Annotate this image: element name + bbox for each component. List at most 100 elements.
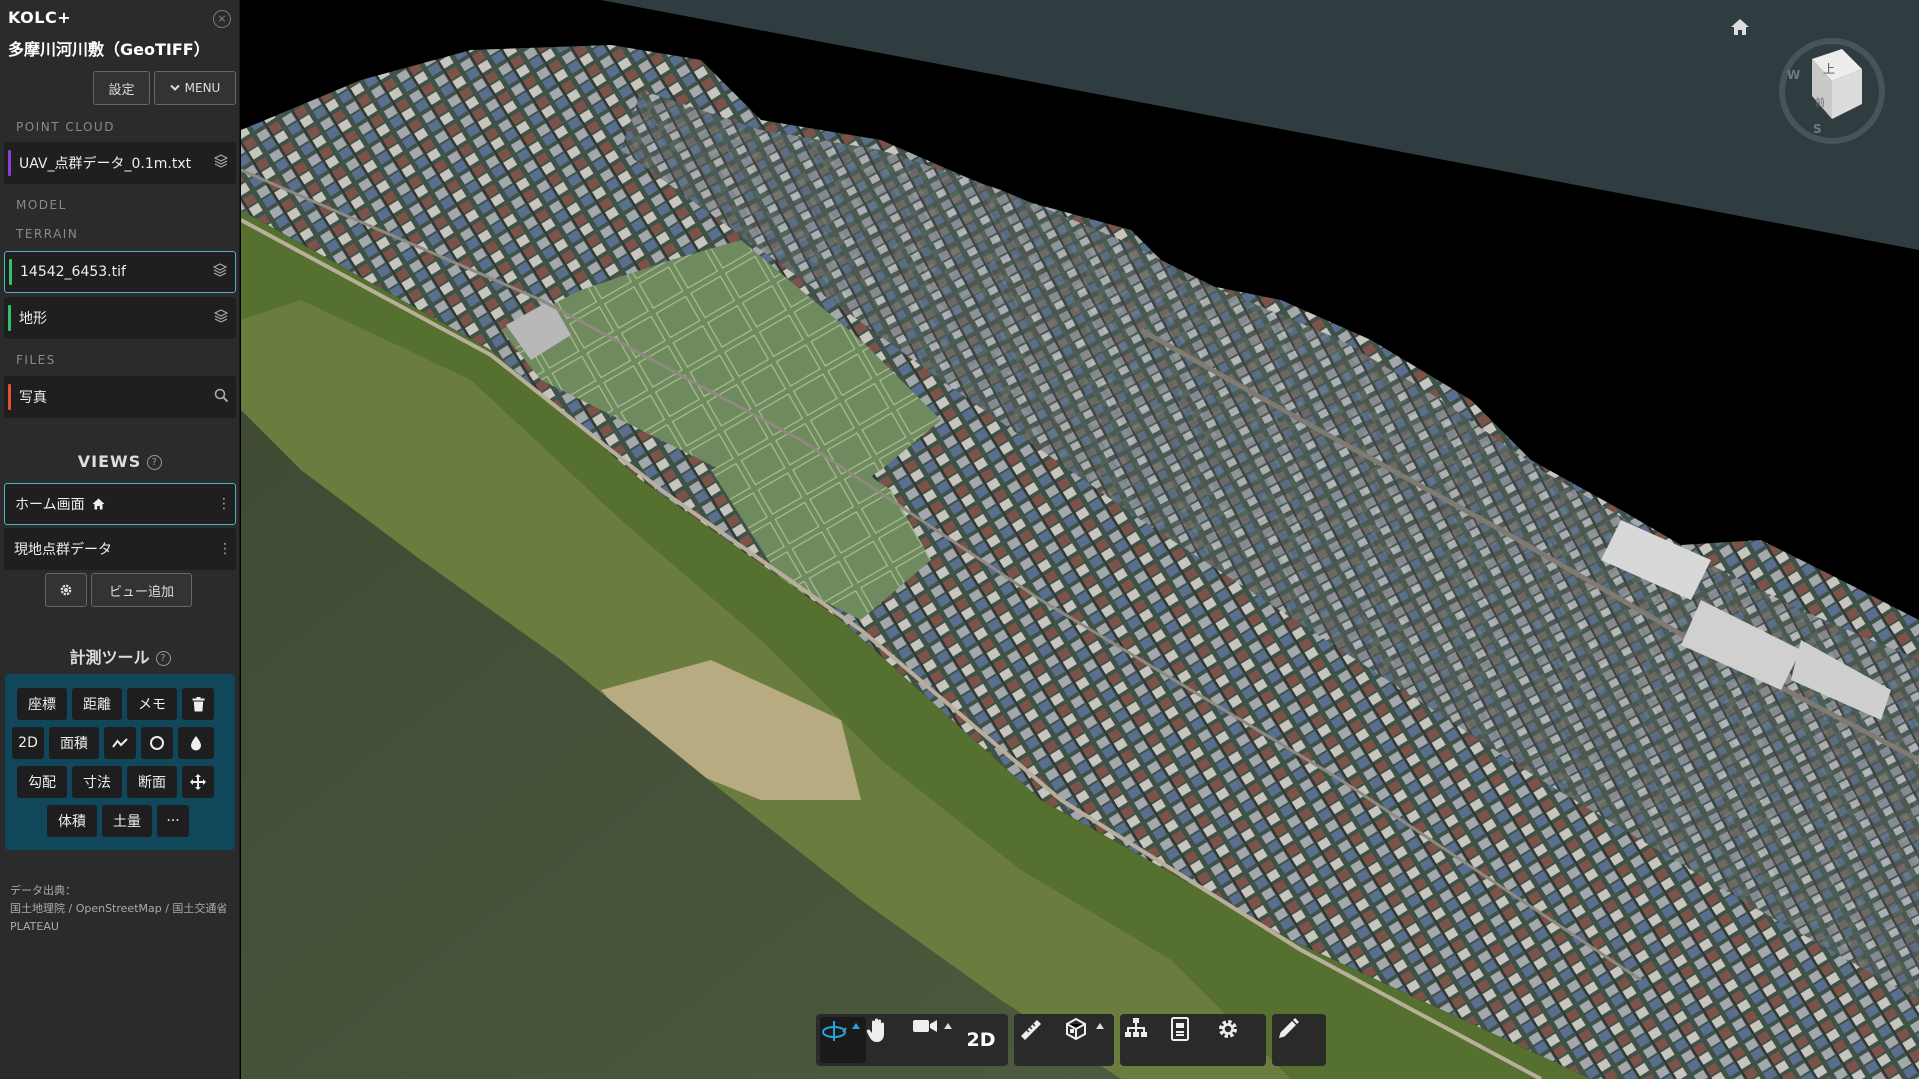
section-tool-button[interactable]: 断面: [127, 766, 177, 798]
more-tools-button[interactable]: ···: [157, 805, 189, 837]
settings-button-label: 設定: [108, 82, 135, 98]
earthwork-tool-button[interactable]: 土量: [102, 805, 152, 837]
measure-title: 計測ツール: [69, 648, 150, 667]
layer-item-terrain-tif[interactable]: 14542_6453.tif: [4, 251, 236, 293]
area-tool-button[interactable]: 面積: [49, 727, 99, 759]
project-title: 多摩川河川敷（GeoTIFF）: [8, 40, 210, 59]
help-icon[interactable]: ?: [147, 455, 163, 470]
distance-tool-button[interactable]: 距離: [72, 688, 122, 720]
report-button[interactable]: [1170, 1017, 1216, 1063]
measure-button[interactable]: [1018, 1017, 1064, 1063]
views-heading: VIEWS?: [0, 452, 240, 471]
map-3d-viewport[interactable]: 上 前 S W 2D: [241, 0, 1919, 1079]
memo-tool-button[interactable]: メモ: [127, 688, 177, 720]
sidebar: KOLC+ × 多摩川河川敷（GeoTIFF） 設定 MENU POINT CL…: [0, 0, 240, 1079]
2d-mode-button[interactable]: 2D: [958, 1017, 1004, 1063]
layer-color-stripe: [8, 384, 11, 410]
layers-icon[interactable]: [205, 263, 235, 281]
layers-icon[interactable]: [206, 309, 236, 327]
credit-line-2: 国土地理院 / OpenStreetMap / 国土交通省PLATEAU: [10, 902, 228, 933]
pan-hand-icon: [866, 1018, 884, 1042]
view-settings-button[interactable]: [45, 573, 87, 607]
camera-mode-button[interactable]: [912, 1017, 958, 1063]
layer-item-point-cloud[interactable]: UAV_点群データ_0.1m.txt: [4, 142, 236, 184]
view-item-site-pointcloud[interactable]: 現地点群データ ⋮: [4, 528, 236, 570]
search-icon[interactable]: [206, 388, 236, 407]
file-item-photo[interactable]: 写真: [4, 376, 236, 418]
toolbar-group-tools: [1014, 1014, 1114, 1066]
views-title: VIEWS: [77, 452, 142, 471]
slope-tool-button[interactable]: 勾配: [17, 766, 67, 798]
cube-front-label: 前: [1815, 98, 1825, 109]
compass-south: S: [1813, 122, 1822, 136]
polyline-icon: [112, 738, 128, 748]
orbit-icon: [822, 1021, 847, 1041]
view-item-home-row: ホーム画面: [15, 494, 213, 514]
ruler-icon: [1021, 1020, 1041, 1040]
orbit-mode-button[interactable]: [820, 1017, 866, 1063]
compass-west: W: [1787, 68, 1801, 82]
layer-color-stripe: [9, 259, 12, 285]
data-credit: データ出典： 国土地理院 / OpenStreetMap / 国土交通省PLAT…: [10, 882, 230, 936]
clipping-box-button[interactable]: [1064, 1017, 1110, 1063]
toolbar-group-edit: [1272, 1014, 1326, 1066]
view-name: ホーム画面: [15, 497, 85, 513]
hierarchy-icon: [1125, 1018, 1147, 1037]
kebab-menu-icon[interactable]: ⋮: [213, 496, 235, 512]
drop-tool-button[interactable]: [178, 727, 214, 759]
move-icon: [190, 774, 206, 790]
help-icon[interactable]: ?: [155, 651, 171, 666]
2d-tool-button[interactable]: 2D: [12, 727, 44, 759]
settings-gear-button[interactable]: [1216, 1017, 1262, 1063]
layer-name: 14542_6453.tif: [20, 264, 126, 280]
navigation-compass[interactable]: 上 前 S W: [1779, 38, 1885, 144]
add-view-button[interactable]: ビュー追加: [91, 573, 192, 607]
move-tool-button[interactable]: [182, 766, 214, 798]
polyline-tool-button[interactable]: [104, 727, 136, 759]
terrain-scene: [241, 0, 1919, 1079]
section-files: FILES: [16, 353, 56, 367]
layer-color-stripe: [8, 305, 11, 331]
view-cube-icon[interactable]: [1792, 44, 1872, 124]
home-icon: [92, 498, 105, 510]
dimension-tool-button[interactable]: 寸法: [72, 766, 122, 798]
menu-button-label: MENU: [184, 81, 221, 95]
gear-icon: [1219, 1020, 1237, 1038]
delete-tool-button[interactable]: [182, 688, 214, 720]
pan-mode-button[interactable]: [866, 1017, 912, 1063]
home-icon: [1731, 19, 1749, 35]
cube-top-label: 上: [1823, 62, 1836, 76]
document-icon: [1171, 1017, 1189, 1041]
layer-tree-button[interactable]: [1124, 1017, 1170, 1063]
toolbar-group-navigation: 2D: [816, 1014, 1008, 1066]
layer-name: UAV_点群データ_0.1m.txt: [19, 156, 192, 172]
close-icon[interactable]: ×: [213, 10, 231, 28]
box-icon: [1066, 1017, 1086, 1041]
view-name: 現地点群データ: [14, 542, 112, 558]
section-terrain: TERRAIN: [16, 227, 79, 241]
layer-item-terrain[interactable]: 地形: [4, 297, 236, 339]
camera-icon: [913, 1020, 937, 1032]
menu-button[interactable]: MENU: [154, 71, 236, 105]
toolbar-group-data: [1120, 1014, 1266, 1066]
layer-color-stripe: [8, 150, 11, 176]
volume-tool-button[interactable]: 体積: [47, 805, 97, 837]
measure-tools-panel: 座標 距離 メモ 2D 面積 勾配 寸法 断面 体積 土量 ···: [5, 674, 235, 850]
layer-name: 地形: [19, 311, 47, 327]
trash-icon: [192, 696, 204, 711]
circle-tool-button[interactable]: [141, 727, 173, 759]
draw-button[interactable]: [1276, 1017, 1322, 1063]
drop-icon: [191, 736, 201, 751]
section-model: MODEL: [16, 198, 67, 212]
add-view-label: ビュー追加: [108, 584, 174, 600]
settings-button[interactable]: 設定: [93, 71, 150, 105]
section-point-cloud: POINT CLOUD: [16, 120, 115, 134]
layers-icon[interactable]: [206, 154, 236, 172]
coordinate-tool-button[interactable]: 座標: [17, 688, 67, 720]
chevron-down-icon: [169, 84, 180, 91]
bottom-toolbar: 2D: [816, 1014, 1326, 1066]
kebab-menu-icon[interactable]: ⋮: [214, 541, 236, 557]
home-view-button[interactable]: [1730, 18, 1756, 40]
view-item-home[interactable]: ホーム画面 ⋮: [4, 483, 236, 525]
file-name: 写真: [19, 390, 47, 406]
